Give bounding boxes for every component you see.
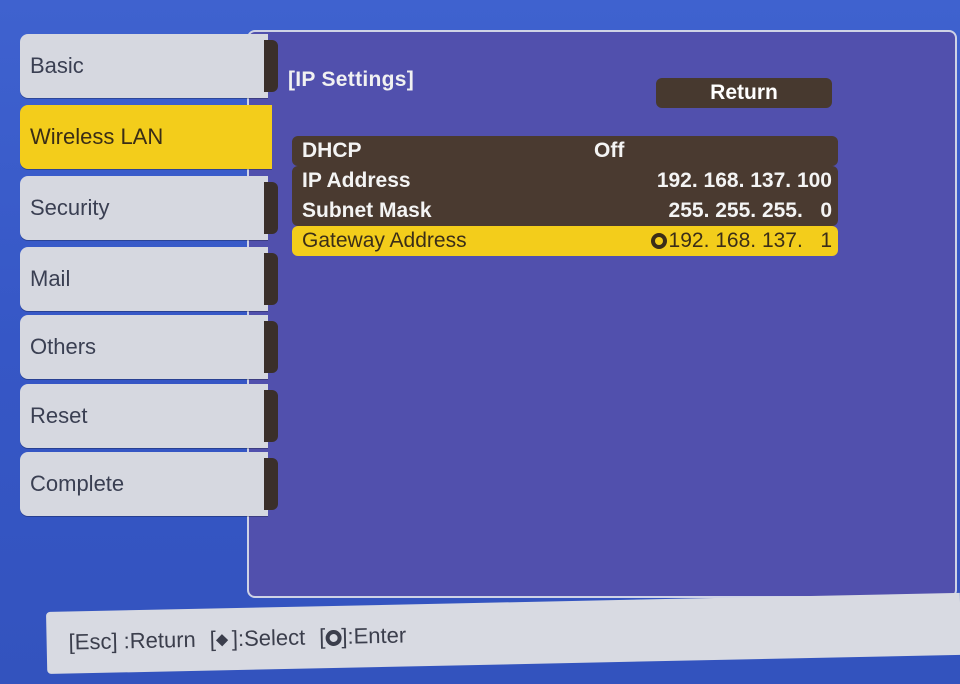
help-enter-label: ]:Enter (341, 622, 407, 649)
tab-notch (264, 253, 278, 305)
tab-label: Basic (30, 53, 84, 78)
tab-label: Security (30, 195, 110, 220)
tab-label: Others (30, 334, 97, 359)
help-esc-return: [Esc] :Return (68, 626, 197, 655)
up-down-arrows-icon (216, 632, 232, 648)
setting-row-dhcp[interactable]: DHCP Off (292, 136, 838, 166)
tab-reset[interactable]: Reset (20, 384, 278, 448)
setting-label: Subnet Mask (302, 199, 432, 222)
setting-value: 255. 255. 255. 0 (668, 199, 832, 222)
address-band: IP Address 192. 168. 137. 100 Subnet Mas… (292, 166, 838, 226)
tab-notch (264, 40, 278, 92)
setting-label: IP Address (302, 169, 411, 192)
setting-label: DHCP (302, 139, 362, 162)
tab-notch (264, 390, 278, 442)
tab-others[interactable]: Others (20, 315, 278, 379)
tab-wireless-lan[interactable]: Wireless LAN (20, 105, 272, 169)
enter-icon (650, 233, 667, 249)
return-button[interactable]: Return (656, 78, 832, 108)
setting-value: 192. 168. 137. 100 (656, 169, 832, 192)
help-select: []:Select (209, 625, 305, 653)
page-title: [IP Settings] (288, 68, 415, 91)
tab-complete[interactable]: Complete (20, 452, 278, 516)
tab-label: Complete (30, 471, 125, 496)
tab-notch (264, 458, 278, 510)
setting-value-wrap: 192. 168. 137. 1 (590, 226, 838, 256)
tab-notch (264, 321, 278, 373)
ip-settings-list: DHCP Off IP Address 192. 168. 137. 100 S… (292, 136, 838, 256)
tab-security[interactable]: Security (20, 176, 278, 240)
tab-label: Reset (30, 403, 88, 428)
tab-label: Mail (30, 266, 71, 291)
setting-row-ip-address[interactable]: IP Address 192. 168. 137. 100 (292, 166, 838, 196)
tab-basic[interactable]: Basic (20, 34, 278, 98)
help-enter: []:Enter (319, 622, 406, 650)
tab-mail[interactable]: Mail (20, 247, 278, 311)
tab-label: Wireless LAN (30, 124, 164, 149)
enter-icon (325, 629, 342, 647)
setting-row-subnet-mask[interactable]: Subnet Mask 255. 255. 255. 0 (292, 196, 838, 226)
tab-notch (264, 182, 278, 234)
setting-row-gateway-address[interactable]: Gateway Address 192. 168. 137. 1 (292, 226, 838, 256)
setting-value: 192. 168. 137. 1 (668, 229, 832, 252)
help-select-label: ]:Select (231, 624, 306, 652)
setting-label: Gateway Address (302, 229, 467, 252)
help-bar: [Esc] :Return []:Select []:Enter (46, 592, 960, 674)
projector-screen: Basic Wireless LAN Security Mail Others … (0, 0, 960, 684)
setting-value: Off (594, 139, 625, 162)
settings-panel (247, 30, 957, 598)
